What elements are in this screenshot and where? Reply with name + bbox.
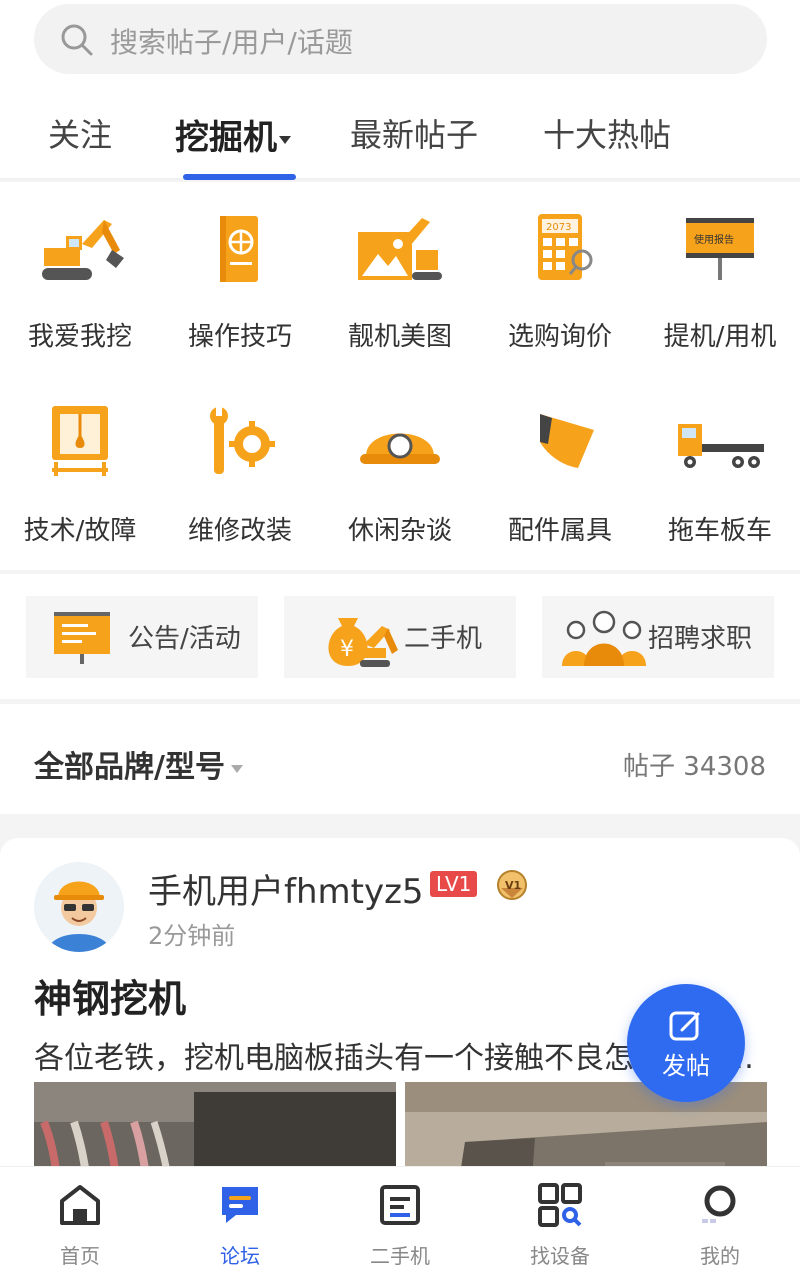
active-tab-indicator	[183, 174, 296, 180]
find-equipment-icon	[538, 1183, 582, 1227]
category-item-parts[interactable]: 配件属具	[480, 404, 640, 547]
forum-tabs: 关注 挖掘机 最新帖子 十大热帖	[0, 100, 800, 180]
category-label: 靓机美图	[347, 322, 452, 352]
caret-down-icon	[279, 135, 291, 144]
tab-excavator[interactable]: 挖掘机	[175, 110, 291, 159]
category-grid: 我爱我挖 操作技巧 靓机美图 2073 选购询价 使用报告 提机/用机 技术/故…	[0, 182, 800, 570]
svg-text:使用报告: 使用报告	[694, 233, 734, 246]
avatar[interactable]	[34, 862, 124, 952]
category-label: 休闲杂谈	[347, 516, 452, 546]
tab-latest-posts[interactable]: 最新帖子	[350, 110, 478, 156]
filter-bar: 全部品牌/型号 帖子 34308	[0, 704, 800, 814]
quick-link-label: 招聘求职	[648, 624, 753, 654]
search-placeholder: 搜索帖子/用户/话题	[110, 26, 353, 59]
category-label: 维修改装	[187, 516, 292, 546]
worker-avatar-icon	[34, 862, 124, 952]
brand-model-label: 全部品牌/型号	[34, 750, 225, 785]
category-item-machine-usage[interactable]: 使用报告 提机/用机	[640, 210, 800, 353]
post-username[interactable]: 手机用户fhmtyz5	[148, 864, 424, 913]
bottom-nav-label: 论坛	[220, 1244, 260, 1268]
profile-icon	[702, 1185, 736, 1223]
quick-links: 公告/活动 ¥ 二手机 招聘求职	[0, 574, 800, 699]
post-title[interactable]: 神钢挖机	[34, 968, 186, 1023]
category-label: 选购询价	[507, 322, 612, 352]
category-item-operation-tips[interactable]: 操作技巧	[160, 210, 320, 353]
quick-link-jobs[interactable]: 招聘求职	[542, 596, 774, 678]
svg-text:2073: 2073	[546, 222, 571, 233]
people-group-icon	[562, 610, 646, 666]
category-item-casual-chat[interactable]: 休闲杂谈	[320, 404, 480, 547]
new-post-label: 发帖	[662, 1052, 710, 1080]
bottom-nav-label: 找设备	[530, 1244, 590, 1268]
excavator-icon	[42, 220, 124, 280]
search-icon	[61, 24, 93, 56]
new-post-button[interactable]: 发帖	[627, 984, 745, 1102]
category-item-repair-mod[interactable]: 维修改装	[160, 404, 320, 547]
forum-icon	[222, 1187, 258, 1223]
svg-text:V1: V1	[505, 879, 521, 892]
bottom-nav-label: 二手机	[370, 1244, 430, 1268]
quick-link-used-machines[interactable]: ¥ 二手机	[284, 596, 516, 678]
quick-link-label: 二手机	[404, 624, 483, 654]
caret-down-icon	[230, 764, 243, 773]
calculator-icon: 2073	[538, 214, 593, 280]
level-badge: LV1	[430, 871, 478, 897]
bottom-nav-label: 首页	[60, 1244, 100, 1268]
category-label: 我爱我挖	[27, 322, 132, 352]
bottom-nav: 首页 论坛 二手机 找设备 我的	[0, 1166, 800, 1273]
edit-icon	[669, 1011, 700, 1041]
report-sign-icon: 使用报告	[686, 218, 754, 280]
category-item-machine-photos[interactable]: 靓机美图	[320, 210, 480, 353]
quick-link-notice[interactable]: 公告/活动	[26, 596, 258, 678]
book-icon	[220, 216, 258, 282]
tab-excavator-label: 挖掘机	[175, 118, 277, 158]
flatbed-truck-icon	[678, 424, 764, 468]
category-label: 技术/故障	[23, 516, 137, 546]
category-item-trailer[interactable]: 拖车板车	[640, 404, 800, 547]
quick-link-label: 公告/活动	[128, 624, 241, 654]
hard-hat-icon	[360, 433, 440, 464]
bottom-nav-profile[interactable]: 我的	[640, 1167, 800, 1273]
category-item-tech-faults[interactable]: 技术/故障	[0, 404, 160, 547]
tab-top-ten[interactable]: 十大热帖	[543, 110, 671, 156]
category-label: 配件属具	[507, 516, 612, 546]
used-machine-icon	[380, 1185, 420, 1225]
wrench-gear-icon	[210, 406, 275, 474]
medal-icon: V1	[497, 870, 527, 900]
bucket-icon	[540, 414, 594, 468]
category-label: 提机/用机	[663, 322, 777, 352]
bottom-nav-find-equipment[interactable]: 找设备	[480, 1167, 640, 1273]
tab-follow[interactable]: 关注	[48, 110, 112, 156]
top-header: 搜索帖子/用户/话题 关注 挖掘机 最新帖子 十大热帖	[0, 0, 800, 180]
brand-model-filter[interactable]: 全部品牌/型号	[34, 742, 243, 786]
category-item-my-excavator[interactable]: 我爱我挖	[0, 210, 160, 353]
bottom-nav-used-machines[interactable]: 二手机	[320, 1167, 480, 1273]
bottom-nav-label: 我的	[700, 1244, 740, 1268]
category-label: 操作技巧	[187, 322, 292, 352]
home-icon	[60, 1185, 100, 1225]
fuse-box-icon	[52, 406, 108, 476]
bottom-nav-forum[interactable]: 论坛	[160, 1167, 320, 1273]
bottom-nav-home[interactable]: 首页	[0, 1167, 160, 1273]
search-bar[interactable]: 搜索帖子/用户/话题	[34, 4, 767, 74]
category-item-buy-price[interactable]: 2073 选购询价	[480, 210, 640, 353]
money-bag-excavator-icon: ¥	[328, 618, 398, 667]
notice-board-icon	[54, 612, 110, 664]
category-label: 拖车板车	[667, 516, 772, 546]
photo-excavator-icon	[358, 218, 442, 280]
svg-text:¥: ¥	[340, 637, 354, 662]
post-time: 2分钟前	[148, 922, 236, 950]
post-count: 帖子 34308	[623, 752, 766, 782]
